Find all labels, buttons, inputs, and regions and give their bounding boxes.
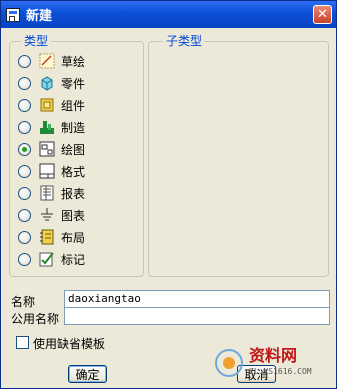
type-option-assembly[interactable]: 组件 [18,95,85,115]
format-icon [39,163,55,179]
manufacturing-icon [39,119,55,135]
drawing-icon [39,141,55,157]
radio-diagram[interactable] [18,208,31,222]
radio-drawing[interactable] [18,142,31,156]
type-option-report[interactable]: 报表 [18,183,85,203]
diagram-icon [39,207,55,223]
type-group-label: 类型 [21,34,52,48]
common-name-field[interactable] [64,307,330,325]
type-label: 报表 [61,186,86,201]
type-label: 制造 [61,120,86,135]
radio-manufacturing[interactable] [18,120,31,134]
common-name-label: 公用名称 [11,312,60,326]
title-bar: 新建 ✕ [1,1,336,28]
type-option-part[interactable]: 零件 [18,73,85,93]
type-option-manufacturing[interactable]: 制造 [18,117,85,137]
radio-sketch[interactable] [18,54,31,68]
part-icon [39,75,55,91]
type-label: 图表 [61,208,86,223]
watermark-title: 资料网 [249,346,298,365]
radio-layout[interactable] [18,230,31,244]
type-option-layout[interactable]: 布局 [18,227,85,247]
type-label: 格式 [61,164,86,179]
default-template-checkbox[interactable] [16,336,29,349]
type-group: 类型 草绘 零件 组件 制造 绘图 格式 报表 图表 布局 标记 [9,34,144,277]
close-icon: ✕ [317,7,328,22]
radio-report[interactable] [18,186,31,200]
assembly-icon [39,97,55,113]
name-label: 名称 [11,295,36,309]
default-template-label[interactable]: 使用缺省模板 [33,335,105,352]
radio-part[interactable] [18,76,31,90]
subtype-group: 子类型 [148,34,329,277]
type-label: 零件 [61,76,86,91]
watermark: 资料网 ZL.XS1616.COM [215,347,312,379]
markup-icon [39,251,55,267]
type-label: 组件 [61,98,86,113]
ok-button[interactable]: 确定 [68,365,107,383]
type-label: 草绘 [61,54,86,69]
report-icon [39,185,55,201]
layout-icon [39,229,55,245]
type-label: 标记 [61,252,86,267]
type-label: 绘图 [61,142,86,157]
radio-markup[interactable] [18,252,31,266]
sketch-icon [39,53,55,69]
type-option-markup[interactable]: 标记 [18,249,85,269]
type-option-format[interactable]: 格式 [18,161,85,181]
name-field[interactable]: daoxiangtao [64,290,330,308]
radio-assembly[interactable] [18,98,31,112]
subtype-group-label: 子类型 [163,34,206,48]
dialog-title: 新建 [26,9,53,24]
type-option-sketch[interactable]: 草绘 [18,51,85,71]
watermark-url: ZL.XS1616.COM [249,367,312,376]
radio-format[interactable] [18,164,31,178]
watermark-logo-icon [215,349,243,377]
type-label: 布局 [61,230,86,245]
type-option-diagram[interactable]: 图表 [18,205,85,225]
close-button[interactable]: ✕ [313,5,332,24]
new-dialog: 新建 ✕ 类型 草绘 零件 组件 制造 绘图 格式 报表 图表 布局 标记 子类… [0,0,337,389]
type-option-drawing[interactable]: 绘图 [18,139,85,159]
app-icon [6,7,20,22]
